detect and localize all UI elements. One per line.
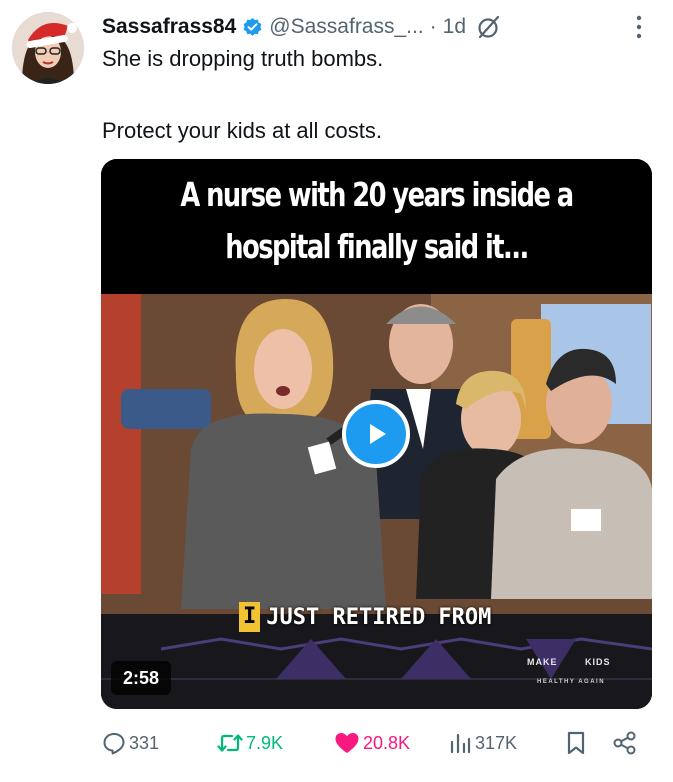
like-button[interactable]: 20.8K xyxy=(334,726,410,760)
more-options-icon[interactable] xyxy=(635,14,643,40)
bookmark-button[interactable] xyxy=(564,726,588,760)
play-icon xyxy=(370,424,386,444)
like-count: 20.8K xyxy=(363,732,411,753)
repost-button[interactable]: 7.9K xyxy=(217,726,283,760)
share-button[interactable] xyxy=(612,726,638,760)
repost-icon xyxy=(217,734,243,752)
views-count: 317K xyxy=(475,732,518,753)
video-caption: I JUST RETIRED FROM xyxy=(239,599,491,635)
post-text-line-2: Protect your kids at all costs. xyxy=(102,118,382,143)
video-caption-highlight: I xyxy=(239,602,261,632)
video-duration: 2:58 xyxy=(111,661,172,695)
post-text-line-1: She is dropping truth bombs. xyxy=(102,46,384,71)
post-header: Sassafrass84 @Sassafrass_... · 1d xyxy=(102,10,663,44)
separator-dot: · xyxy=(429,15,437,38)
reply-icon xyxy=(103,733,125,755)
watermark-kids: KIDS xyxy=(585,657,611,667)
bookmark-icon xyxy=(567,731,585,755)
play-button[interactable] xyxy=(342,400,410,468)
repost-count: 7.9K xyxy=(246,732,284,753)
grok-icon[interactable] xyxy=(476,14,502,40)
avatar-image xyxy=(12,12,84,84)
watermark-subtitle: HEALTHY AGAIN xyxy=(537,679,606,685)
heart-icon xyxy=(335,733,359,753)
verified-badge-icon xyxy=(243,17,262,36)
video-caption-text: JUST RETIRED FROM xyxy=(266,604,492,630)
video-headline-line-2: hospital finally said it... xyxy=(225,227,529,266)
video-headline-line-1: A nurse with 20 years inside a xyxy=(180,175,574,214)
views-icon xyxy=(450,733,471,754)
watermark-make: MAKE xyxy=(527,657,558,667)
video-headline: A nurse with 20 years inside a hospital … xyxy=(162,169,592,273)
action-bar: 331 7.9K 20.8K 317K xyxy=(102,726,642,760)
post-time[interactable]: 1d xyxy=(443,15,466,39)
handle[interactable]: @Sassafrass_... xyxy=(269,15,423,39)
views-button[interactable]: 317K xyxy=(448,726,517,760)
reply-button[interactable]: 331 xyxy=(102,726,159,760)
video-thumbnail[interactable]: A nurse with 20 years inside a hospital … xyxy=(101,159,652,709)
reply-count: 331 xyxy=(129,732,160,753)
display-name[interactable]: Sassafrass84 xyxy=(102,15,236,39)
share-icon xyxy=(613,731,636,755)
avatar[interactable] xyxy=(12,12,84,84)
